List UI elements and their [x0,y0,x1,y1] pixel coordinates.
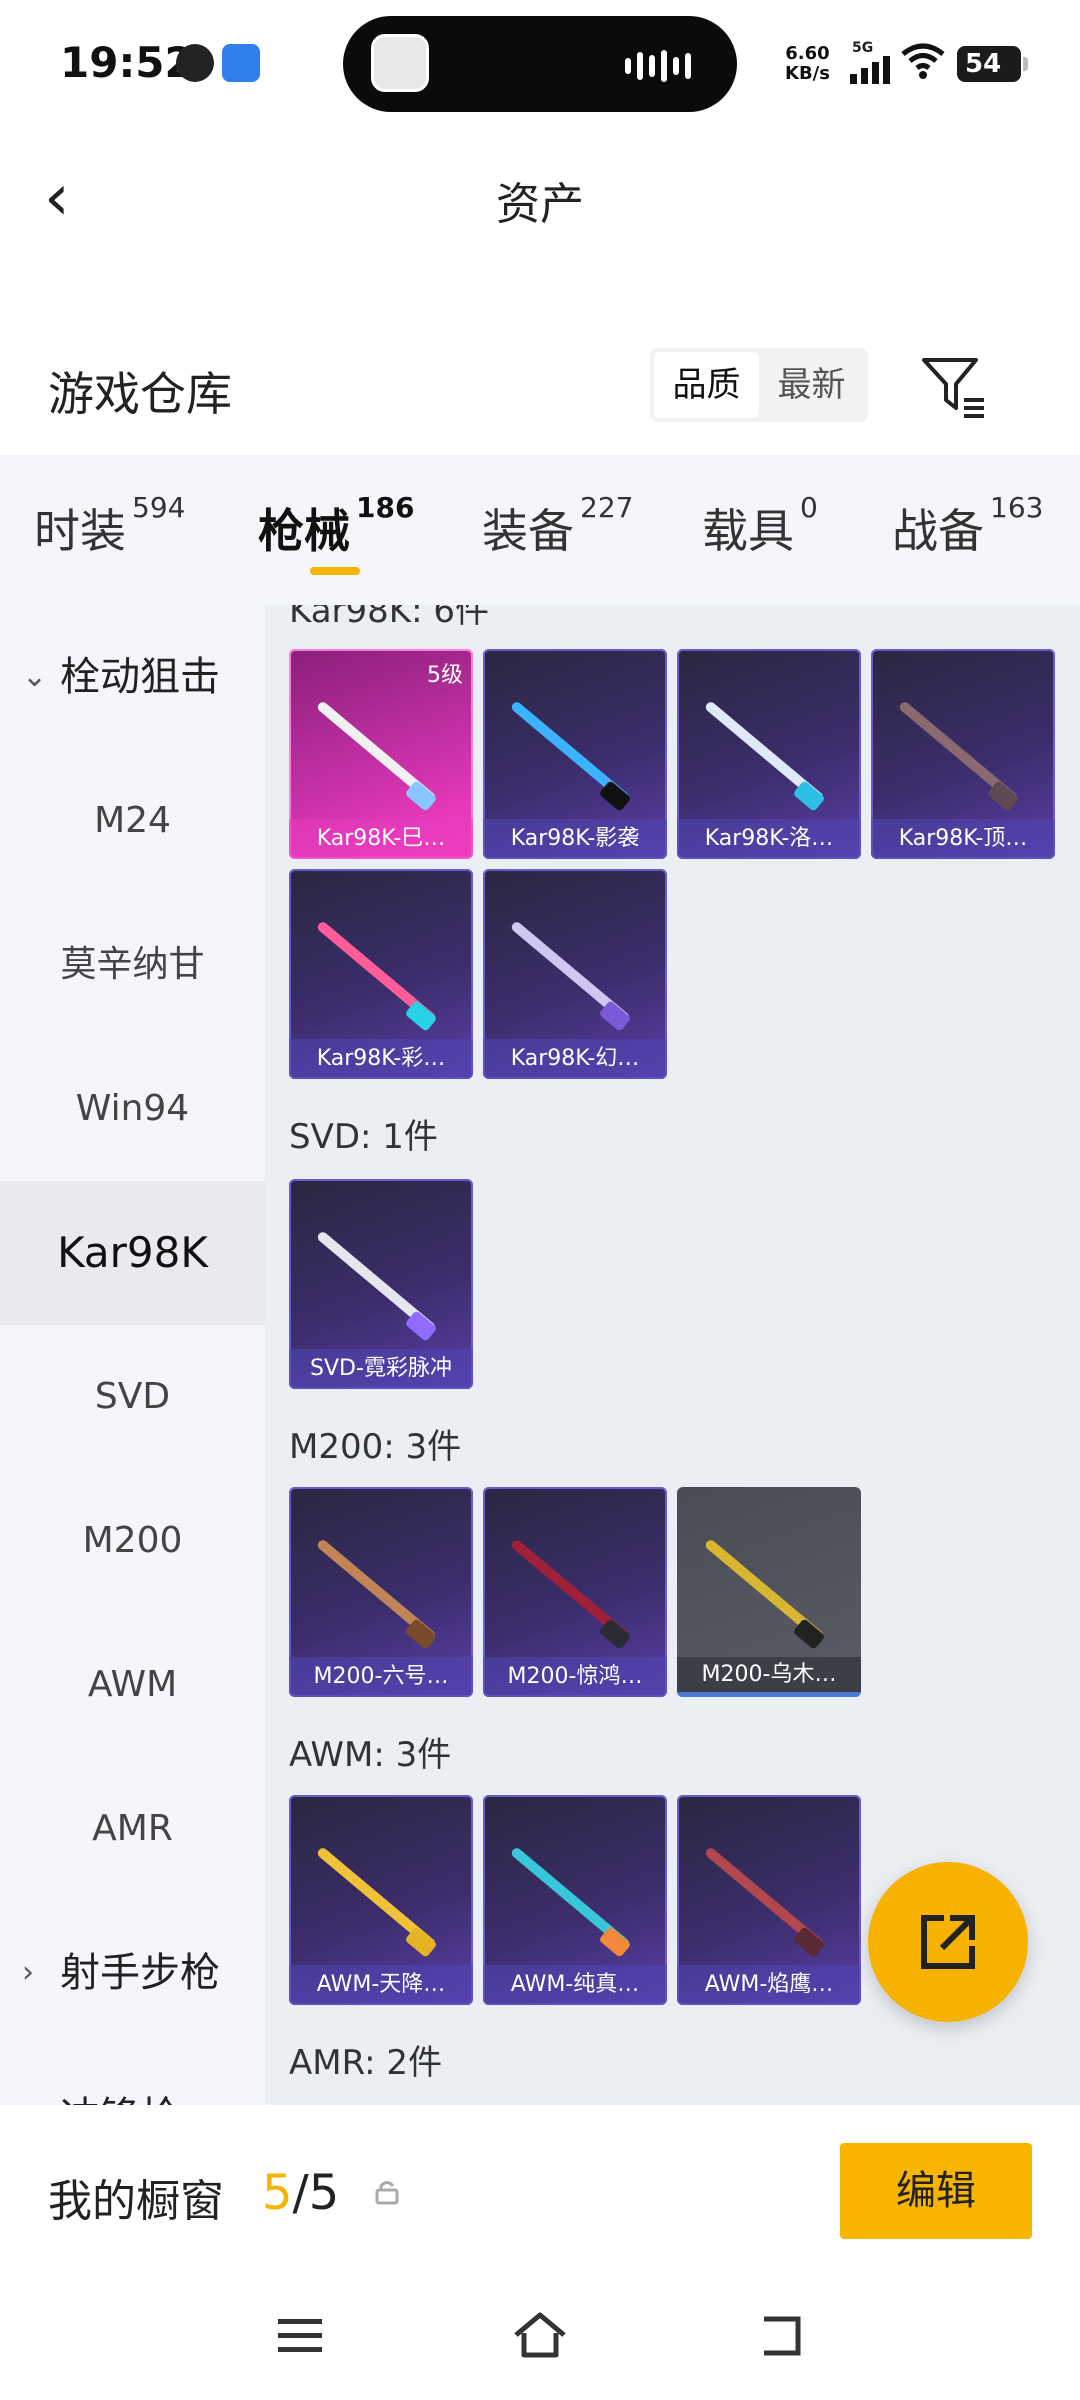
level-badge: 5级 [427,663,463,688]
wifi-icon [901,43,945,79]
weapon-card[interactable]: M200-惊鸿… [483,1487,667,1697]
avatar [371,34,429,92]
weapon-card-label: M200-六号… [289,1657,473,1697]
weapon-card-label: AWM-焰鹰… [677,1965,861,2005]
weapon-card[interactable]: Kar98K-彩… [289,869,473,1079]
back-nav-icon[interactable] [750,2305,810,2365]
menu-nav-icon[interactable] [270,2305,330,2365]
tab-weapons[interactable]: 枪械 186 [258,491,414,561]
showcase-bar: 我的橱窗 5/5 编辑 [0,2105,1080,2400]
menu-item-amr[interactable]: AMR [0,1757,265,1901]
signal-label: 5G [852,40,874,56]
weapon-card-label: Kar98K-顶… [871,819,1055,859]
menu-group-smg[interactable]: ›冲锋枪 [0,2045,265,2105]
menu-item-m200[interactable]: M200 [0,1469,265,1613]
weapon-card-label: Kar98K-彩… [289,1039,473,1079]
audio-wave-icon [625,50,691,82]
weapon-card-label: M200-乌木… [677,1657,861,1697]
weapon-card-label: M200-惊鸿… [483,1657,667,1697]
menu-item-win94[interactable]: Win94 [0,1037,265,1181]
home-nav-icon[interactable] [510,2305,570,2365]
battery-icon: 54 [957,46,1028,82]
chevron-right-icon: › [22,2045,34,2105]
status-time: 19:52 [60,38,194,87]
menu-item-kar98k[interactable]: Kar98K [0,1181,265,1325]
lock-icon [375,2181,399,2205]
network-speed: 6.60 KB/s [785,43,830,84]
weapon-card[interactable]: M200-乌木… [677,1487,861,1697]
weapon-card-label: Kar98K-巳… [289,819,473,859]
weapon-card[interactable]: Kar98K-洛… [677,649,861,859]
weapon-card-label: Kar98K-幻… [483,1039,667,1079]
category-tabs: 时装 594 枪械 186 装备 227 载具 0 战备 163 [0,455,1080,605]
status-bar: 19:52 6.60 KB/s 5G 54 [0,0,1080,130]
weapon-card-label: AWM-纯真… [483,1965,667,2005]
menu-item-awm[interactable]: AWM [0,1613,265,1757]
weapon-card-label: SVD-霓彩脉冲 [289,1349,473,1389]
tab-equipment[interactable]: 装备 227 [482,491,633,561]
weapon-card[interactable]: 5级 Kar98K-巳… [289,649,473,859]
signal-icon [850,56,890,84]
menu-group-marksman[interactable]: › 射手步枪 [0,1901,265,2045]
weapon-card-label: Kar98K-影袭 [483,819,667,859]
menu-item-m24[interactable]: M24 [0,749,265,893]
weapon-card[interactable]: Kar98K-影袭 [483,649,667,859]
section-title: SVD: 1件 [289,1117,438,1157]
weapon-card-label: Kar98K-洛… [677,819,861,859]
weapon-card-label: AWM-天降… [289,1965,473,2005]
page-title: 资产 [496,179,584,230]
filter-icon[interactable] [920,354,988,418]
section-title: AWM: 3件 [289,1735,452,1775]
sort-newest-button[interactable]: 最新 [759,352,864,418]
weapon-card[interactable]: M200-六号… [289,1487,473,1697]
export-icon [921,1915,975,1969]
menu-group-bolt-action[interactable]: ⌄ 栓动狙击 [0,605,265,749]
section-title: AMR: 2件 [289,2043,443,2083]
sort-toggle[interactable]: 品质 最新 [650,348,868,422]
weapon-card[interactable]: AWM-焰鹰… [677,1795,861,2005]
weapon-card[interactable]: Kar98K-幻… [483,869,667,1079]
sort-quality-button[interactable]: 品质 [654,352,759,418]
weapon-card[interactable]: Kar98K-顶… [871,649,1055,859]
weapon-card[interactable]: AWM-纯真… [483,1795,667,2005]
weapon-type-menu: ⌄ 栓动狙击 M24 莫辛纳甘 Win94 Kar98K SVD M200 AWM… [0,605,265,2105]
weapon-card[interactable]: AWM-天降… [289,1795,473,2005]
showcase-title: 我的橱窗 [48,2176,224,2227]
dynamic-island[interactable] [343,16,737,112]
nfc-icon [222,44,260,82]
menu-item-mosin[interactable]: 莫辛纳甘 [0,893,265,1037]
tab-fashion[interactable]: 时装 594 [34,491,185,561]
chevron-down-icon: ⌄ [22,659,48,694]
edit-button[interactable]: 编辑 [840,2143,1032,2239]
tab-vehicles[interactable]: 载具 0 [702,491,818,561]
chevron-right-icon: › [22,1955,34,1990]
warehouse-title: 游戏仓库 [48,367,232,421]
showcase-count: 5/5 [262,2165,340,2221]
tab-supplies[interactable]: 战备 163 [892,491,1043,561]
menu-item-svd[interactable]: SVD [0,1325,265,1469]
battery-level: 54 [965,49,1002,79]
active-tab-indicator [310,567,360,575]
section-title: Kar98K: 6件 [289,605,489,631]
weapon-card[interactable]: SVD-霓彩脉冲 [289,1179,473,1389]
section-title: M200: 3件 [289,1427,462,1467]
globe-icon [176,44,214,82]
share-button[interactable] [868,1862,1028,2022]
